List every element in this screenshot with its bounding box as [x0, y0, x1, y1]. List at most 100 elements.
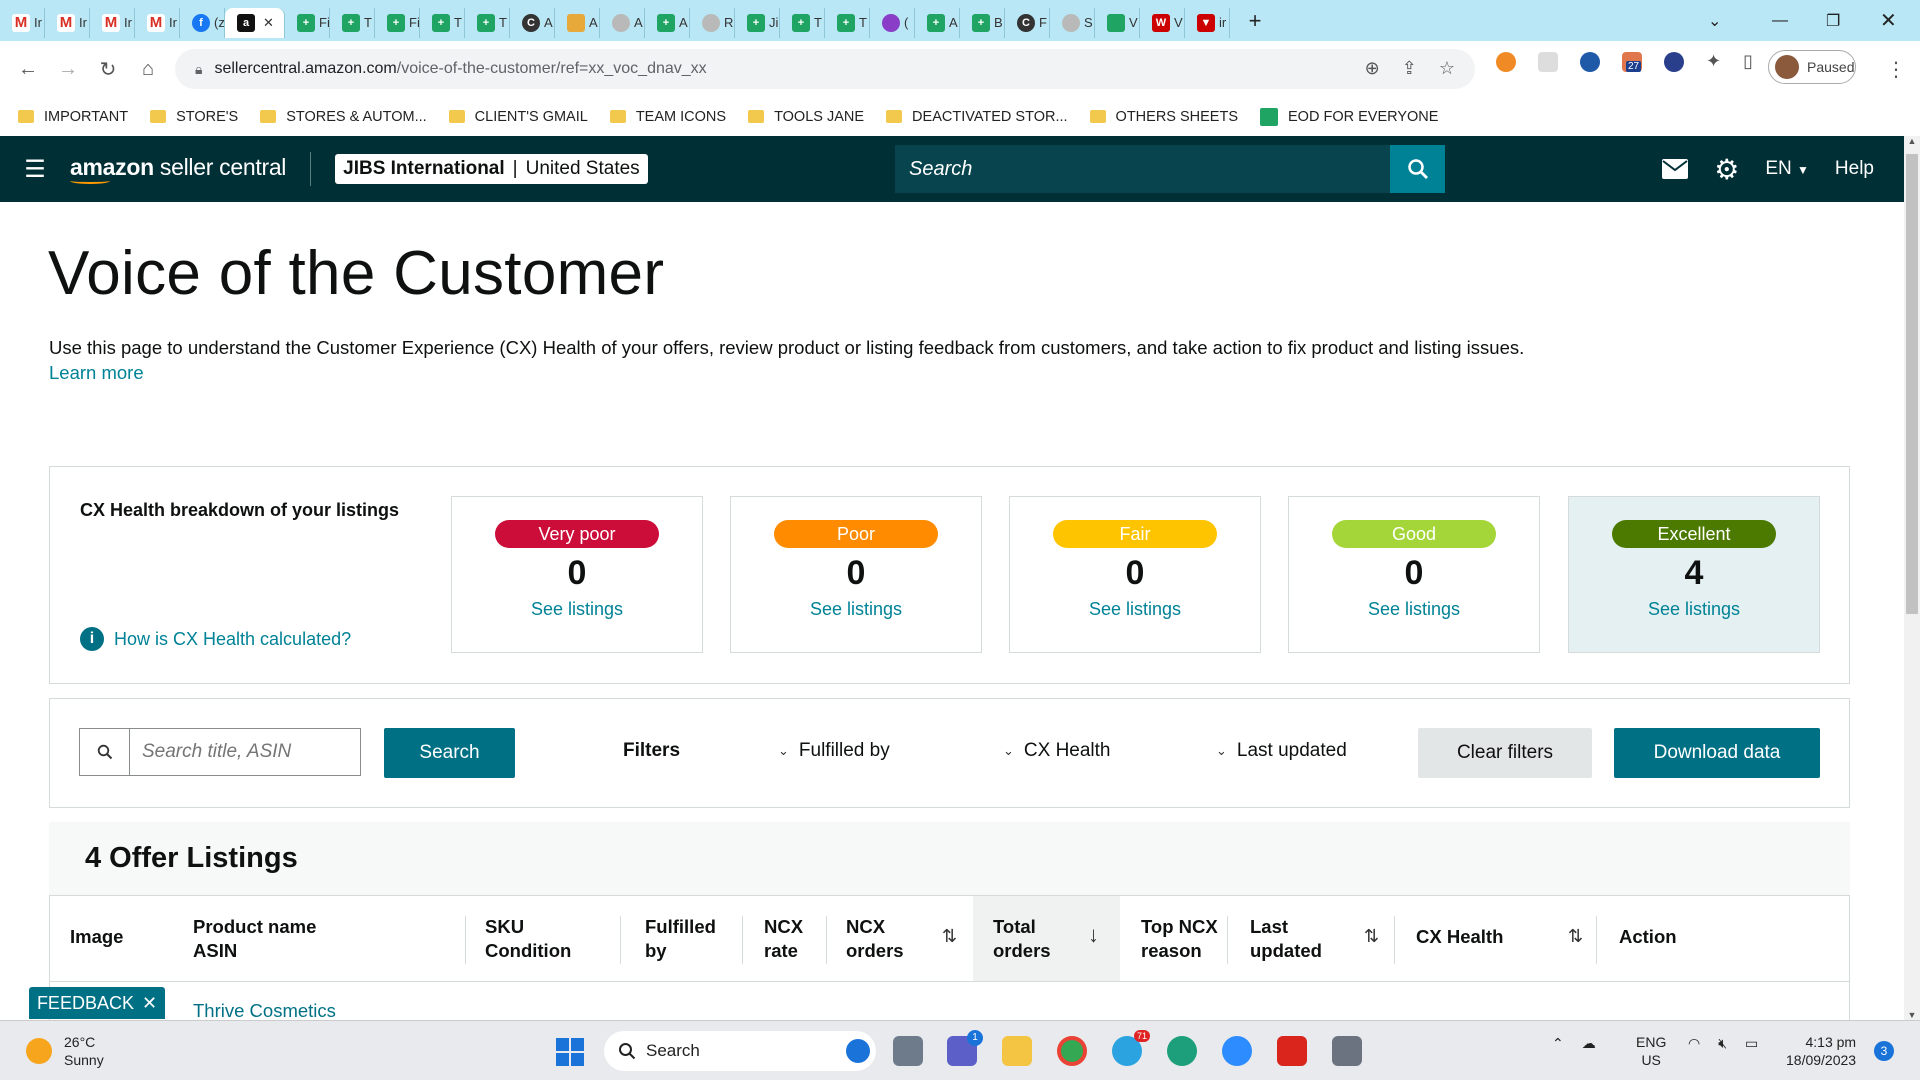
see-listings-link[interactable]: See listings — [452, 599, 702, 620]
store-switcher[interactable]: JIBS International | United States — [335, 154, 648, 184]
browser-tab[interactable]: + A — [645, 7, 690, 38]
extension-grid-icon[interactable] — [1664, 51, 1684, 72]
forward-icon[interactable]: → — [48, 58, 88, 81]
sort-icon[interactable]: ⇅ — [942, 926, 957, 947]
browser-tab[interactable]: + A — [915, 7, 960, 38]
browser-tab[interactable]: M Ir — [45, 7, 90, 38]
extension-calendar-icon[interactable]: 27 — [1622, 51, 1642, 72]
close-tab-icon[interactable]: ✕ — [263, 15, 274, 31]
column-header[interactable]: Fulfilled by — [645, 915, 716, 963]
header-search-input[interactable] — [895, 145, 1390, 193]
clear-filters-button[interactable]: Clear filters — [1418, 728, 1592, 778]
browser-tab[interactable]: CA — [510, 7, 555, 38]
listing-search-input[interactable] — [130, 741, 350, 763]
zoom-icon[interactable] — [1222, 1036, 1252, 1066]
extension-orange-icon[interactable] — [1496, 51, 1516, 72]
browser-tab[interactable]: V — [1095, 7, 1140, 38]
column-header[interactable]: NCX orders — [846, 915, 904, 963]
cx-health-how-link[interactable]: i How is CX Health calculated? — [80, 627, 351, 651]
bookmark-item[interactable]: STORES & AUTOM... — [260, 109, 427, 125]
browser-tab[interactable]: + Ji — [735, 7, 780, 38]
column-header[interactable]: NCX rate — [764, 915, 803, 963]
browser-tab[interactable]: A — [600, 7, 645, 38]
minimize-button[interactable]: — — [1772, 0, 1788, 41]
column-header[interactable]: Total orders — [993, 915, 1051, 963]
mail-icon[interactable] — [1662, 159, 1689, 179]
taskbar-search[interactable]: Search — [604, 1031, 876, 1071]
browser-tab[interactable]: CF — [1005, 7, 1050, 38]
cx-card-poor[interactable]: Poor 0 See listings — [730, 496, 982, 653]
learn-more-link[interactable]: Learn more — [49, 362, 144, 383]
browser-tab[interactable]: + T — [330, 7, 375, 38]
settings-gear-icon[interactable]: ⚙ — [1714, 153, 1739, 186]
feedback-close-icon[interactable]: ✕ — [142, 993, 157, 1014]
browser-tab[interactable]: f (z — [180, 7, 225, 38]
extension-blue-icon[interactable] — [1580, 51, 1600, 72]
tab-active[interactable]: a ✕ — [225, 7, 285, 38]
browser-tab[interactable]: + T — [420, 7, 465, 38]
bookmark-item[interactable]: IMPORTANT — [18, 109, 128, 125]
scroll-down-icon[interactable]: ▼ — [1904, 1010, 1920, 1020]
cx-card-excellent[interactable]: Excellent 4 See listings — [1568, 496, 1820, 653]
see-listings-link[interactable]: See listings — [1289, 599, 1539, 620]
maximize-button[interactable]: ❐ — [1826, 0, 1840, 41]
calculator-icon[interactable] — [1332, 1036, 1362, 1066]
cx-health-dropdown[interactable]: ⌄ CX Health — [1003, 740, 1111, 762]
telegram-icon[interactable]: 71 — [1112, 1030, 1150, 1066]
scrollbar-thumb[interactable] — [1906, 154, 1918, 614]
zoom-icon[interactable]: ⊕ — [1365, 58, 1380, 79]
help-link[interactable]: Help — [1835, 158, 1874, 180]
weather-widget[interactable]: 26°C Sunny — [26, 1033, 104, 1069]
column-header[interactable]: Top NCX reason — [1141, 915, 1218, 963]
fulfilled-by-dropdown[interactable]: ⌄ Fulfilled by — [778, 740, 890, 762]
bookmark-item[interactable]: CLIENT'S GMAIL — [448, 109, 588, 125]
close-window-button[interactable]: ✕ — [1880, 0, 1897, 41]
edge-icon[interactable] — [1167, 1036, 1197, 1066]
clock[interactable]: 4:13 pm 18/09/2023 — [1786, 1033, 1856, 1069]
bookmark-item[interactable]: STORE'S — [150, 109, 238, 125]
column-header[interactable]: Product name ASIN — [193, 915, 316, 963]
search-button[interactable]: Search — [384, 728, 515, 778]
browser-tab[interactable]: + Fi — [285, 7, 330, 38]
header-search-button[interactable] — [1390, 145, 1445, 193]
sort-icon[interactable]: ⇅ — [1568, 926, 1583, 947]
extensions-puzzle-icon[interactable]: ✦ — [1706, 51, 1721, 72]
browser-menu-icon[interactable]: ⋮ — [1886, 57, 1906, 82]
language-selector[interactable]: EN ▼ — [1765, 158, 1809, 180]
see-listings-link[interactable]: See listings — [1010, 599, 1260, 620]
extension-keepa-icon[interactable] — [1538, 51, 1558, 72]
volume-muted-icon[interactable]: 🔇︎ — [1718, 1035, 1727, 1052]
browser-tab[interactable]: + T — [780, 7, 825, 38]
browser-tab[interactable]: A — [555, 7, 600, 38]
task-view-icon[interactable] — [893, 1036, 923, 1066]
browser-tab[interactable]: ( — [870, 7, 915, 38]
side-panel-icon[interactable]: ▯ — [1743, 51, 1753, 72]
tab-search-chevron-icon[interactable]: ⌄ — [1708, 0, 1721, 41]
browser-tab[interactable]: + B — [960, 7, 1005, 38]
back-icon[interactable]: ← — [8, 58, 48, 81]
see-listings-link[interactable]: See listings — [1569, 599, 1819, 620]
battery-icon[interactable]: ▭ — [1745, 1035, 1758, 1052]
notification-badge[interactable]: 3 — [1874, 1041, 1894, 1061]
language-indicator[interactable]: ENG US — [1636, 1033, 1666, 1069]
bookmark-star-icon[interactable]: ☆ — [1439, 58, 1455, 79]
column-header[interactable]: Action — [1619, 925, 1677, 949]
teams-icon[interactable]: 1 — [947, 1030, 983, 1066]
cx-card-good[interactable]: Good 0 See listings — [1288, 496, 1540, 653]
reload-icon[interactable]: ↻ — [88, 57, 128, 82]
product-name-link[interactable]: Thrive Cosmetics — [193, 1000, 336, 1022]
browser-tab[interactable]: S — [1050, 7, 1095, 38]
browser-tab[interactable]: WV — [1140, 7, 1185, 38]
column-header[interactable]: SKU Condition — [485, 915, 571, 963]
column-header[interactable]: CX Health — [1416, 925, 1503, 949]
download-data-button[interactable]: Download data — [1614, 728, 1820, 778]
browser-tab[interactable]: + T — [825, 7, 870, 38]
browser-tab[interactable]: M Ir — [135, 7, 180, 38]
column-header[interactable]: Image — [70, 925, 123, 949]
site-info-icon[interactable]: 🔒︎ — [195, 61, 202, 78]
cloud-icon[interactable]: ☁ — [1582, 1035, 1596, 1052]
scroll-up-icon[interactable]: ▲ — [1904, 136, 1920, 146]
bookmark-item[interactable]: TOOLS JANE — [748, 109, 864, 125]
tray-chevron-icon[interactable]: ⌃ — [1552, 1035, 1564, 1052]
amazon-seller-central-logo[interactable]: amazon seller central — [70, 154, 286, 184]
